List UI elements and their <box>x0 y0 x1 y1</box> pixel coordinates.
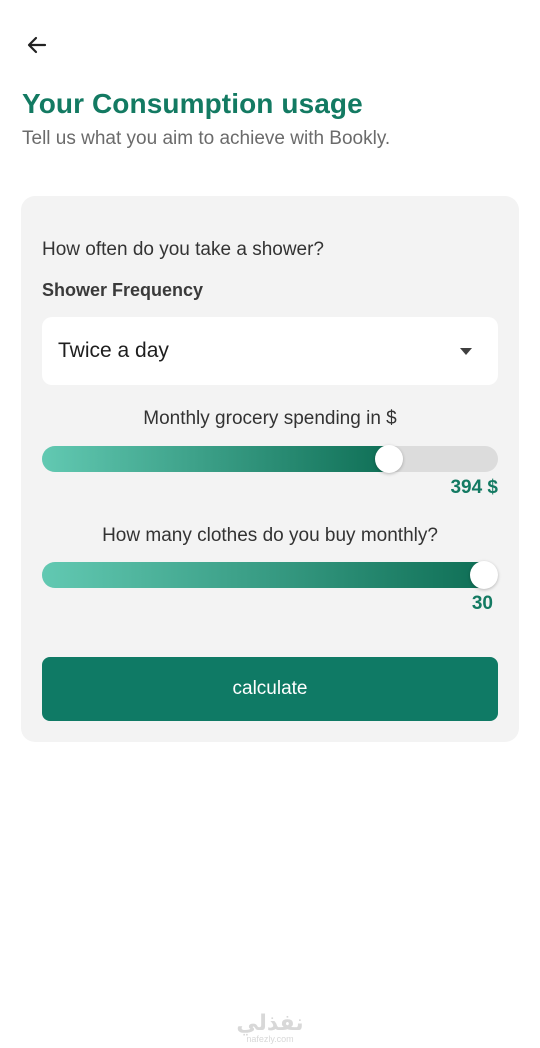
nafezly-watermark-logo: نفذلي nafezly.com <box>234 1010 306 1045</box>
grocery-spending-slider[interactable] <box>42 445 498 473</box>
arrow-left-icon <box>27 36 47 54</box>
watermark-arabic: نفذلي <box>236 1010 304 1035</box>
shower-frequency-label: Shower Frequency <box>42 280 204 300</box>
clothes-slider-thumb[interactable] <box>470 561 499 589</box>
caret-down-icon <box>460 347 472 355</box>
shower-question: How often do you take a shower? <box>42 239 325 260</box>
calculate-button[interactable]: calculate <box>42 657 498 721</box>
shower-frequency-dropdown[interactable]: Twice a day <box>42 317 498 385</box>
clothes-count-label: How many clothes do you buy monthly? <box>102 525 438 546</box>
grocery-slider-thumb[interactable] <box>374 445 403 473</box>
page-subtitle: Tell us what you aim to achieve with Boo… <box>22 128 391 149</box>
grocery-slider-fill <box>42 446 389 472</box>
page-title: Your Consumption usage <box>22 88 363 119</box>
clothes-slider-fill <box>42 562 485 588</box>
clothes-count-value: 30 <box>471 593 493 614</box>
shower-frequency-value: Twice a day <box>58 339 169 362</box>
clothes-count-slider[interactable] <box>42 561 499 589</box>
back-button[interactable] <box>18 26 56 64</box>
grocery-spending-label: Monthly grocery spending in $ <box>143 408 397 429</box>
watermark-latin: nafezly.com <box>246 1034 294 1044</box>
consumption-form-card: How often do you take a shower? Shower F… <box>21 196 519 742</box>
grocery-spending-value: 394 $ <box>450 477 498 498</box>
